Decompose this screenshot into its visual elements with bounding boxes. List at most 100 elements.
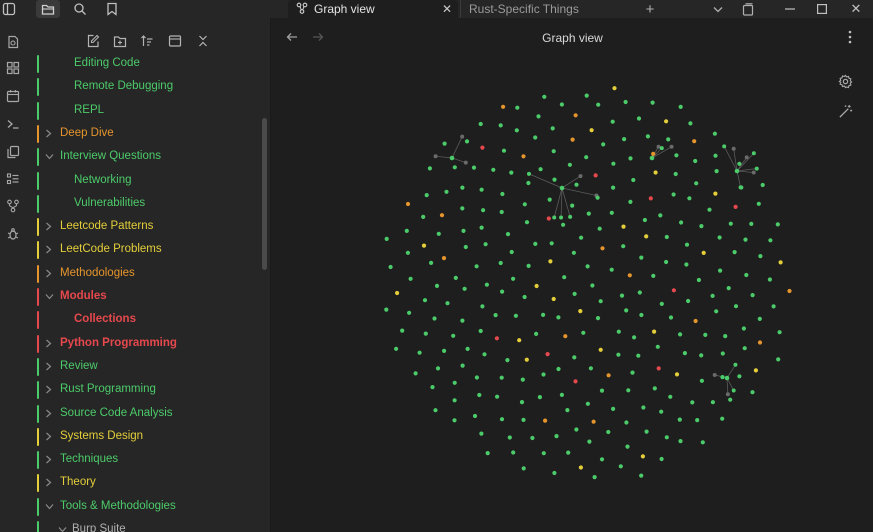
graph-node[interactable] xyxy=(668,315,674,320)
chevron-right-icon[interactable] xyxy=(45,262,52,285)
graph-node[interactable] xyxy=(436,231,441,236)
graph-node[interactable] xyxy=(674,153,679,158)
graph-node[interactable] xyxy=(493,313,498,318)
graph-node[interactable] xyxy=(701,250,706,255)
tree-item[interactable]: Review xyxy=(26,355,266,378)
graph-node[interactable] xyxy=(728,221,733,226)
graph-node[interactable] xyxy=(559,392,564,397)
graph-node[interactable] xyxy=(664,259,669,265)
tab-graph-view[interactable]: Graph view ✕ xyxy=(288,0,458,18)
graph-node[interactable] xyxy=(612,86,617,91)
bug-icon[interactable] xyxy=(0,224,26,244)
graph-node[interactable] xyxy=(460,134,465,139)
graph-node[interactable] xyxy=(559,185,565,191)
graph-node[interactable] xyxy=(589,128,594,133)
graph-node[interactable] xyxy=(750,293,755,298)
graph-node[interactable] xyxy=(651,151,656,156)
graph-node[interactable] xyxy=(524,357,529,362)
graph-node[interactable] xyxy=(533,241,538,246)
graph-node[interactable] xyxy=(639,312,644,318)
graph-node[interactable] xyxy=(417,350,422,355)
graph-node[interactable] xyxy=(642,217,647,223)
graph-node[interactable] xyxy=(549,241,554,246)
chevron-right-icon[interactable] xyxy=(45,471,52,494)
graph-node[interactable] xyxy=(552,215,557,220)
graph-node[interactable] xyxy=(407,310,412,315)
graph-node[interactable] xyxy=(442,348,447,353)
graph-node[interactable] xyxy=(684,262,689,267)
graph-node[interactable] xyxy=(445,301,450,306)
graph-node[interactable] xyxy=(645,134,650,139)
graph-node[interactable] xyxy=(733,204,738,209)
graph-node[interactable] xyxy=(395,290,400,296)
graph-node[interactable] xyxy=(652,386,657,391)
graph-node[interactable] xyxy=(640,454,645,459)
graph-node[interactable] xyxy=(545,352,550,357)
graph-node[interactable] xyxy=(713,153,718,158)
graph-node[interactable] xyxy=(598,347,603,352)
graph-node[interactable] xyxy=(737,161,742,166)
graph-node[interactable] xyxy=(677,417,682,422)
graph-node[interactable] xyxy=(775,222,780,227)
graph-node[interactable] xyxy=(481,208,486,213)
chevron-down-icon[interactable] xyxy=(45,145,54,168)
graph-node[interactable] xyxy=(568,214,573,219)
graph-node[interactable] xyxy=(561,222,566,227)
tree-item[interactable]: Methodologies xyxy=(26,262,266,285)
graph-node[interactable] xyxy=(682,351,687,356)
graph-node[interactable] xyxy=(559,215,564,220)
graph-node[interactable] xyxy=(478,328,483,334)
graph-node[interactable] xyxy=(674,372,680,377)
tree-item[interactable]: Interview Questions xyxy=(26,145,266,168)
graph-node[interactable] xyxy=(563,334,568,339)
graph-node[interactable] xyxy=(562,275,567,280)
graph-node[interactable] xyxy=(627,273,632,278)
graph-node[interactable] xyxy=(421,243,427,248)
graph-node[interactable] xyxy=(429,260,434,265)
graph-node[interactable] xyxy=(621,224,626,229)
chevron-right-icon[interactable] xyxy=(45,425,52,448)
graph-node[interactable] xyxy=(511,450,516,455)
graph-node[interactable] xyxy=(710,400,715,405)
graph-node[interactable] xyxy=(427,166,432,171)
graph-node[interactable] xyxy=(400,328,405,333)
graph-node[interactable] xyxy=(693,318,698,324)
graph-node[interactable] xyxy=(520,377,525,382)
graph-node[interactable] xyxy=(509,249,514,255)
graph-node[interactable] xyxy=(472,413,478,419)
graph-node[interactable] xyxy=(491,167,496,172)
graph-node[interactable] xyxy=(609,210,614,215)
graph-node[interactable] xyxy=(474,375,479,380)
graph-node[interactable] xyxy=(787,288,792,294)
graph-node[interactable] xyxy=(664,435,669,440)
graph-node[interactable] xyxy=(595,316,601,321)
graph-node[interactable] xyxy=(692,139,697,144)
graph-node[interactable] xyxy=(599,457,605,462)
graph-node[interactable] xyxy=(742,346,747,351)
graph-node[interactable] xyxy=(430,385,435,390)
graph-node[interactable] xyxy=(767,277,772,282)
tree-item[interactable]: Source Code Analysis xyxy=(26,402,266,425)
graph-node[interactable] xyxy=(384,236,389,241)
graph-node[interactable] xyxy=(572,355,577,360)
graph-node[interactable] xyxy=(522,202,527,207)
graph-node[interactable] xyxy=(578,174,583,179)
graph-node[interactable] xyxy=(423,331,428,336)
graph-node[interactable] xyxy=(543,418,548,423)
graph-node[interactable] xyxy=(484,282,489,287)
graph-node[interactable] xyxy=(441,256,447,261)
tree-item[interactable]: Systems Design xyxy=(26,425,266,448)
tree-item[interactable]: Remote Debugging xyxy=(26,75,266,98)
graph-node[interactable] xyxy=(551,149,556,154)
graph-node[interactable] xyxy=(578,465,583,470)
graph-node[interactable] xyxy=(573,379,578,384)
chevron-down-icon[interactable] xyxy=(708,0,728,18)
graph-node[interactable] xyxy=(751,151,756,156)
graph-node[interactable] xyxy=(452,380,457,385)
graph-node[interactable] xyxy=(460,206,465,211)
git-branch-icon[interactable] xyxy=(0,196,26,216)
graph-node[interactable] xyxy=(656,366,661,371)
graph-node[interactable] xyxy=(587,439,592,444)
graph-node[interactable] xyxy=(720,351,725,356)
graph-node[interactable] xyxy=(590,283,595,288)
